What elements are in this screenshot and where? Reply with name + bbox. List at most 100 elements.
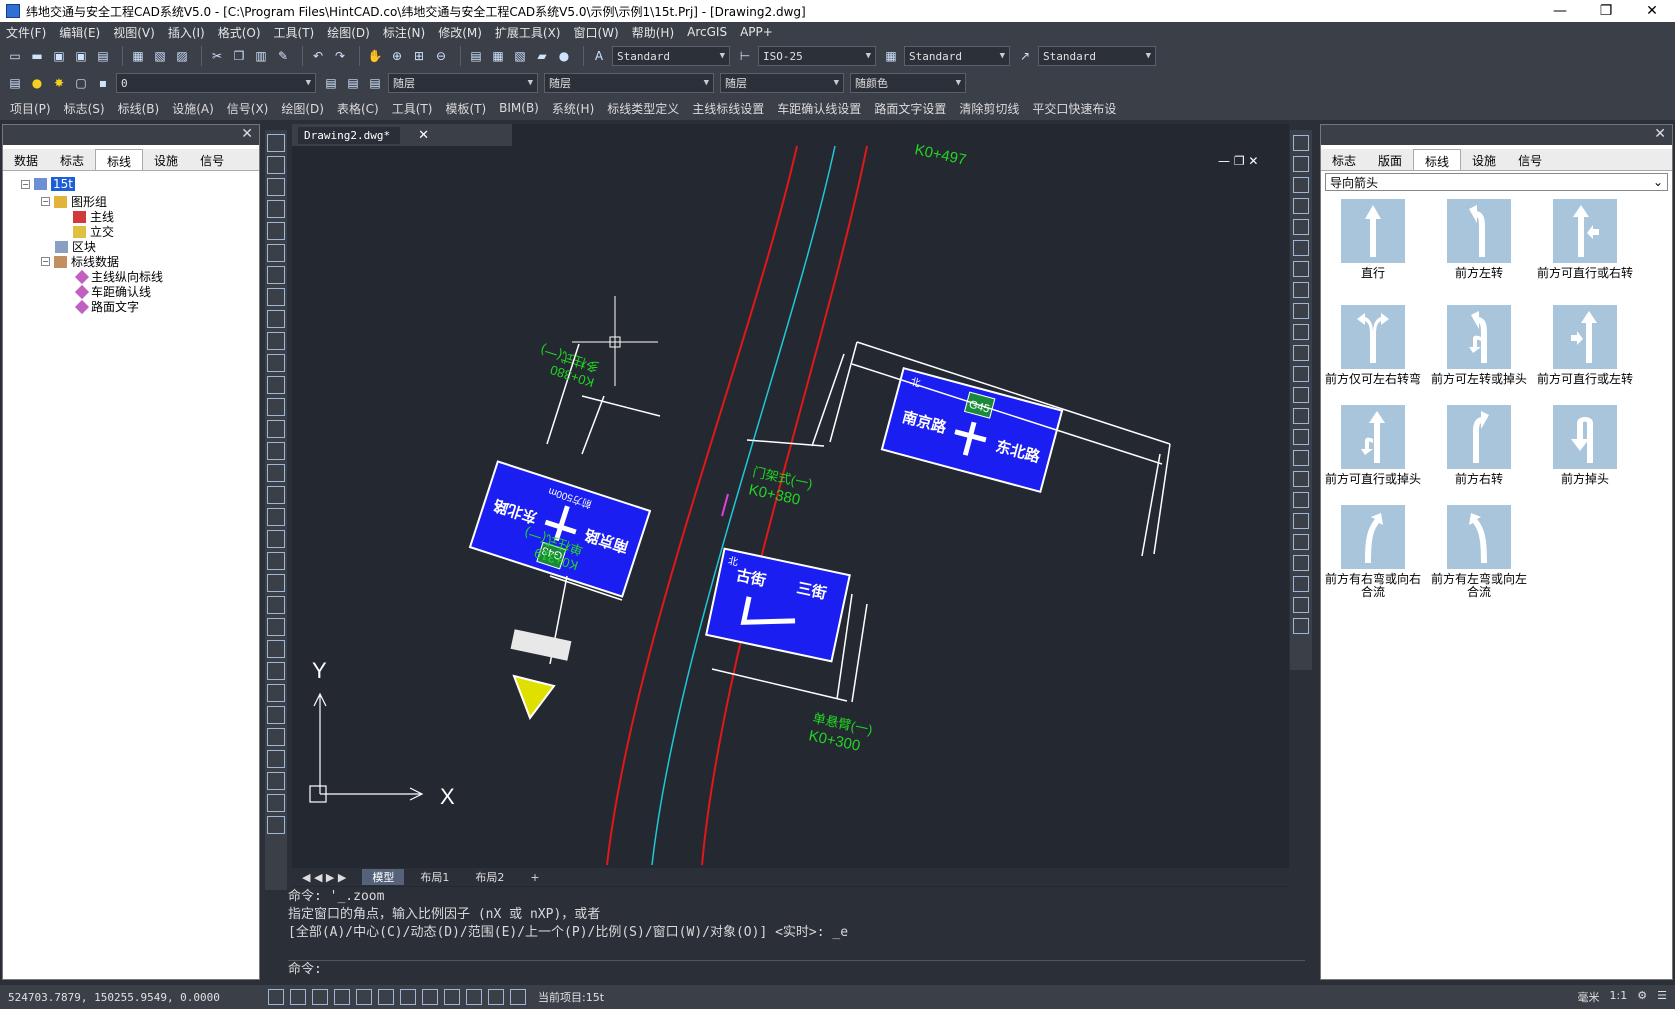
otrack-icon[interactable]: [378, 989, 394, 1005]
zoom-previous-icon[interactable]: ⊖: [432, 47, 450, 65]
intersection-quick-layout[interactable]: 平交口快速布设: [1032, 100, 1116, 117]
annotation-scale[interactable]: 1:1: [1610, 989, 1628, 1005]
tool-icon[interactable]: [267, 750, 285, 768]
menu-drawing[interactable]: 绘图(D): [281, 100, 324, 117]
tool-icon[interactable]: [1293, 219, 1309, 235]
redo-icon[interactable]: ↷: [331, 47, 349, 65]
close-icon[interactable]: ✕: [241, 126, 253, 142]
grid-icon[interactable]: [290, 989, 306, 1005]
menu-extend[interactable]: 扩展工具(X): [495, 24, 561, 41]
collapse-icon[interactable]: −: [41, 197, 50, 206]
mdi-controls[interactable]: — ❐ ✕: [1218, 154, 1258, 168]
clear-clip-lines[interactable]: 清除剪切线: [959, 100, 1019, 117]
arrow-item-merge-left[interactable]: 前方有左弯或向左合流: [1429, 505, 1529, 599]
tool-icon[interactable]: [267, 816, 285, 834]
tool-icon[interactable]: [1293, 408, 1309, 424]
tool-icon[interactable]: [267, 508, 285, 526]
tool-icon[interactable]: [1293, 450, 1309, 466]
menu-tools[interactable]: 工具(T): [274, 24, 315, 41]
arrow-item-left[interactable]: 前方左转: [1429, 199, 1529, 280]
arrow-item-straight-uturn[interactable]: 前方可直行或掉头: [1323, 405, 1423, 486]
unit-selector[interactable]: 毫米: [1578, 989, 1600, 1005]
tool-icon[interactable]: [1293, 492, 1309, 508]
tab-layout2[interactable]: 布局2: [465, 869, 514, 885]
tool-icon[interactable]: [267, 244, 285, 262]
tool-icon[interactable]: [1293, 198, 1309, 214]
tool-icon[interactable]: [267, 530, 285, 548]
menu-app[interactable]: APP+: [740, 25, 773, 39]
tab-model[interactable]: 模型: [362, 869, 405, 885]
tool-icon[interactable]: [1293, 534, 1309, 550]
tool-icon[interactable]: [1293, 618, 1309, 634]
tool-icon[interactable]: [267, 178, 285, 196]
menu-arcgis[interactable]: ArcGIS: [687, 25, 727, 39]
tab-marking[interactable]: 标线: [1413, 149, 1462, 170]
menu-view[interactable]: 视图(V): [113, 24, 155, 41]
design-center-icon[interactable]: ▦: [489, 47, 507, 65]
tab-sign[interactable]: 标志: [1321, 149, 1367, 170]
cut-icon[interactable]: ✂: [208, 47, 226, 65]
menu-signal[interactable]: 信号(X): [227, 100, 269, 117]
save-all-icon[interactable]: ▤: [94, 47, 112, 65]
tool-icon[interactable]: [267, 310, 285, 328]
pan-icon[interactable]: ✋: [366, 47, 384, 65]
tool-icon[interactable]: [1293, 555, 1309, 571]
tab-signal[interactable]: 信号: [189, 149, 235, 170]
tool-icon[interactable]: [1293, 513, 1309, 529]
tab-layout[interactable]: 版面: [1367, 149, 1413, 170]
maximize-button[interactable]: ❐: [1583, 0, 1629, 22]
marking-type-define[interactable]: 标线类型定义: [607, 100, 679, 117]
arrow-item-left-right[interactable]: 前方仅可左右转弯: [1323, 305, 1423, 386]
mleader-style-combo[interactable]: Standard ▼: [1038, 46, 1156, 66]
tool-icon[interactable]: [267, 288, 285, 306]
tool-icon[interactable]: [267, 398, 285, 416]
lineweight-combo[interactable]: 随层 ▼: [720, 73, 844, 93]
menu-dimension[interactable]: 标注(N): [383, 24, 425, 41]
arrow-item-straight-left[interactable]: 前方可直行或左转: [1535, 305, 1635, 386]
document-tab[interactable]: Drawing2.dwg*: [298, 126, 401, 144]
tool-icon[interactable]: [267, 706, 285, 724]
tool-icon[interactable]: [267, 618, 285, 636]
model-space-icon[interactable]: [466, 989, 482, 1005]
tool-icon[interactable]: [267, 552, 285, 570]
menu-marking[interactable]: 标线(B): [118, 100, 160, 117]
add-layout-button[interactable]: +: [520, 871, 549, 884]
layer-manager-icon[interactable]: ▤: [6, 74, 24, 92]
layer-previous-icon[interactable]: ▤: [344, 74, 362, 92]
drawing-canvas[interactable]: K0+497 G43 南京路 东北路 前方500m K0+380 多柱式(一): [292, 124, 1289, 887]
tool-icon[interactable]: [1293, 576, 1309, 592]
zoom-window-icon[interactable]: ⊞: [410, 47, 428, 65]
menu-format[interactable]: 格式(O): [218, 24, 261, 41]
tool-icon[interactable]: [267, 376, 285, 394]
markup-icon[interactable]: ▰: [533, 47, 551, 65]
tab-facility[interactable]: 设施: [1461, 149, 1507, 170]
match-properties-icon[interactable]: ✎: [274, 47, 292, 65]
arrow-item-merge-right[interactable]: 前方有右弯或向右合流: [1323, 505, 1423, 599]
nav-arrows-icon[interactable]: ◀ ◀ ▶ ▶: [292, 871, 356, 884]
tool-icon[interactable]: [267, 728, 285, 746]
new-file-icon[interactable]: ▭: [6, 47, 24, 65]
tool-icon[interactable]: [1293, 303, 1309, 319]
menu-edit[interactable]: 编辑(E): [59, 24, 100, 41]
lock-icon[interactable]: ▢: [72, 74, 90, 92]
tool-icon[interactable]: [267, 596, 285, 614]
tool-icon[interactable]: [1293, 597, 1309, 613]
tool-icon[interactable]: [1293, 261, 1309, 277]
menu-help[interactable]: 帮助(H): [632, 24, 674, 41]
paste-icon[interactable]: ▥: [252, 47, 270, 65]
help-icon[interactable]: ●: [555, 47, 573, 65]
tool-icon[interactable]: [1293, 282, 1309, 298]
menu-tool[interactable]: 工具(T): [392, 100, 433, 117]
tab-signal[interactable]: 信号: [1507, 149, 1553, 170]
tool-icon[interactable]: [267, 486, 285, 504]
tool-icon[interactable]: [267, 354, 285, 372]
arrow-item-uturn[interactable]: 前方掉头: [1535, 405, 1635, 486]
zoom-realtime-icon[interactable]: ⊕: [388, 47, 406, 65]
layer-color-icon[interactable]: ▪: [94, 74, 112, 92]
collapse-icon[interactable]: −: [41, 257, 50, 266]
menu-modify[interactable]: 修改(M): [438, 24, 482, 41]
tool-icon[interactable]: [267, 794, 285, 812]
menu-draw[interactable]: 绘图(D): [327, 24, 370, 41]
tool-icon[interactable]: [1293, 156, 1309, 172]
undo-icon[interactable]: ↶: [309, 47, 327, 65]
